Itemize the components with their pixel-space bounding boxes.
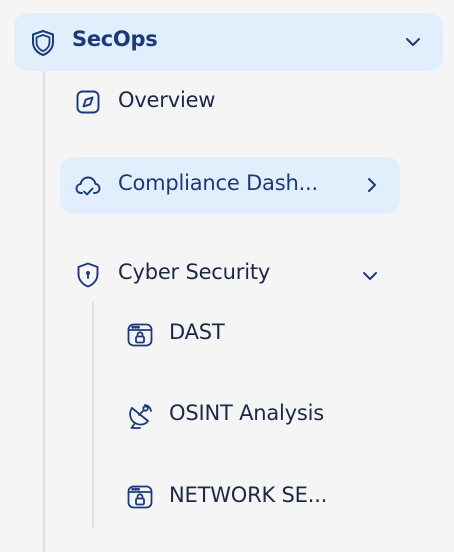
nav-sub-guide-line: [92, 302, 94, 528]
sidebar-item-label: Overview: [118, 88, 216, 112]
chevron-right-icon[interactable]: [361, 174, 383, 196]
shield-keyhole-icon: [75, 261, 101, 289]
chevron-down-icon[interactable]: [401, 30, 425, 54]
sidebar-item-label: Compliance Dash...: [118, 171, 319, 195]
sidebar-subitem-label: DAST: [169, 320, 225, 344]
nav-guide-line: [43, 71, 45, 552]
sidebar-item-label: Cyber Security: [118, 260, 271, 284]
sidebar-subitem-label: OSINT Analysis: [169, 401, 324, 425]
chevron-down-icon[interactable]: [358, 264, 382, 288]
shield-icon: [30, 29, 56, 57]
sidebar-item-overview[interactable]: Overview: [60, 80, 360, 124]
satellite-dish-icon: [126, 402, 154, 430]
nav-group-secops[interactable]: SecOps: [14, 13, 443, 71]
sidebar-subitem-label: NETWORK SE...: [169, 483, 328, 507]
compass-icon: [75, 89, 101, 115]
cloud-check-icon: [74, 172, 102, 200]
sidebar-item-cyber-security[interactable]: Cyber Security: [60, 252, 400, 298]
sidebar-subitem-osint-analysis[interactable]: OSINT Analysis: [110, 393, 390, 439]
sidebar-subitem-network-security[interactable]: NETWORK SE...: [110, 474, 390, 520]
nav-group-label: SecOps: [72, 27, 158, 51]
browser-lock-icon: [126, 483, 154, 511]
sidebar-item-compliance-dashboard[interactable]: Compliance Dash...: [60, 157, 400, 214]
sidebar-subitem-dast[interactable]: DAST: [110, 312, 390, 358]
browser-lock-icon: [126, 321, 154, 349]
sidebar-nav: SecOps Overview Compliance Dash... Cyber…: [0, 0, 454, 552]
